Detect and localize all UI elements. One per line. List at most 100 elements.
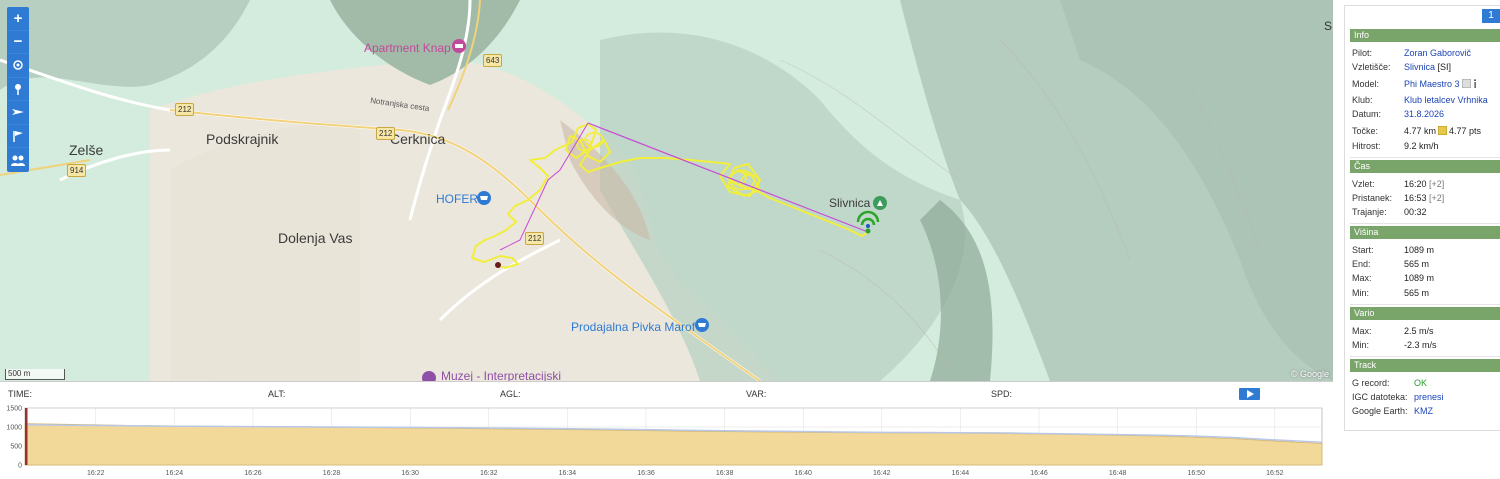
row-key: Max: [1352,326,1372,336]
row-key: Hitrost: [1352,141,1381,151]
x-tick-label: 16:34 [559,470,577,477]
x-tick-label: 16:38 [716,470,734,477]
x-tick-label: 16:42 [873,470,891,477]
pin-icon [15,83,21,95]
page-badge[interactable]: 1 [1482,9,1500,23]
x-tick-label: 16:36 [637,470,655,477]
x-tick-label: 16:40 [794,470,812,477]
row-key: Start: [1352,245,1374,255]
x-tick-label: 16:48 [1109,470,1127,477]
section-header-time: Čas [1350,160,1500,173]
play-icon [1246,390,1254,398]
section-header-altitude: Višina [1350,226,1500,239]
alt-min: 565 m [1404,288,1430,298]
row-key: Google Earth: [1352,406,1408,416]
poi-label[interactable]: Muzej - Interpretacijski [441,369,561,381]
vario-row-min: Min: -2.3 m/s [1352,338,1500,352]
igc-download-link[interactable]: prenesi [1414,390,1444,404]
road-shield: 212 [525,232,545,245]
map-view[interactable]: Zelše Podskrajnik Cerknica Dolenja Vas S… [0,0,1333,381]
alt-row-max: Max: 1089 m [1352,271,1500,285]
group-button[interactable] [7,148,29,172]
poi-label[interactable]: HOFER [436,192,478,206]
map-toolbar: + − [7,7,29,172]
x-tick-label: 16:52 [1266,470,1284,477]
glider-icon [12,109,24,116]
zoom-out-button[interactable]: − [7,31,29,54]
zoom-out-icon: − [13,33,23,51]
distance-value: 4.77 km [1404,126,1437,136]
flight-info-panel: 1 Info Pilot: Zoran Gaborovič Vzletišče: S… [1344,5,1500,431]
info-row-speed: Hitrost: 9.2 km/h [1352,139,1500,153]
edge-label: S [1324,19,1333,33]
locate-icon [13,60,23,70]
row-key: Max: [1352,273,1372,283]
time-readout: TIME: [8,389,32,399]
track-row-earth: Google Earth: KMZ [1352,404,1500,418]
town-label: Cerknica [390,131,446,147]
vario-row-max: Max: 2.5 m/s [1352,324,1500,338]
vario-max: 2.5 m/s [1404,326,1434,336]
points-value: 4.77 pts [1449,126,1482,136]
road-shield: 914 [67,164,87,177]
takeoff-link[interactable]: Slivnica [1404,62,1435,72]
kmz-download-link[interactable]: KMZ [1414,404,1433,418]
row-key: G record: [1352,378,1390,388]
poi-label[interactable]: Prodajalna Pivka Marof [571,320,695,334]
track-row-igc: IGC datoteka: prenesi [1352,390,1500,404]
time-row-takeoff: Vzlet: 16:20 [+2] [1352,177,1500,191]
y-tick-label: 0 [18,463,22,470]
alt-start: 1089 m [1404,245,1435,255]
flag-icon [13,130,23,142]
pilot-link[interactable]: Zoran Gaborovič [1404,46,1471,60]
row-key: End: [1352,259,1371,269]
row-key: Min: [1352,340,1370,350]
date-link[interactable]: 31.8.2026 [1404,107,1444,121]
model-link[interactable]: Phi Maestro 3 [1404,79,1460,89]
club-link[interactable]: Klub letalcev Vrhnika [1404,93,1488,107]
road-shield: 643 [483,54,503,67]
alt-max: 1089 m [1404,273,1435,283]
takeoff-time: 16:20 [1404,179,1427,189]
position-marker [25,408,28,465]
locate-button[interactable] [7,54,29,78]
track-row-grecord: G record: OK [1352,376,1500,390]
info-row-club: Klub: Klub letalcev Vrhnika [1352,93,1500,107]
info-icon[interactable] [1473,79,1477,88]
group-icon [11,155,25,166]
map-attribution: © Google [1290,369,1329,379]
row-key: Datum: [1352,109,1382,119]
y-tick-label: 1500 [6,406,22,413]
agl-readout: AGL: [500,389,521,399]
time-row-landing: Pristanek: 16:53 [+2] [1352,191,1500,205]
row-key: IGC datoteka: [1352,392,1408,402]
x-tick-label: 16:24 [166,470,184,477]
divider [1350,304,1500,305]
play-button[interactable] [1239,388,1260,400]
pin-button[interactable] [7,78,29,101]
altitude-chart[interactable]: 0 500 1000 1500 16:22 16:24 16:26 16:28 16:30 16:… [0,405,1333,479]
poi-label[interactable]: Apartment Knap [364,41,451,55]
x-tick-label: 16:26 [244,470,262,477]
x-tick-label: 16:46 [1030,470,1048,477]
glider-button[interactable] [7,101,29,125]
grecord-status: OK [1414,378,1428,388]
flag-button[interactable] [7,125,29,148]
x-tick-label: 16:22 [87,470,105,477]
town-label: Podskrajnik [206,131,279,147]
town-label: Dolenja Vas [278,230,353,246]
info-row-date: Datum: 31.8.2026 [1352,107,1500,121]
x-tick-label: 16:32 [480,470,498,477]
row-key: Min: [1352,288,1370,298]
road-shield: 212 [376,127,396,140]
row-key: Vzlet: [1352,179,1375,189]
alt-row-min: Min: 565 m [1352,286,1500,300]
var-readout: VAR: [746,389,767,399]
row-key: Točke: [1352,126,1379,136]
town-label: Zelše [69,142,104,158]
x-tick-label: 16:44 [952,470,970,477]
glider-photo-icon[interactable] [1461,79,1471,88]
zoom-in-button[interactable]: + [7,7,29,31]
info-row-pilot: Pilot: Zoran Gaborovič [1352,46,1500,60]
landing-marker [495,262,501,268]
